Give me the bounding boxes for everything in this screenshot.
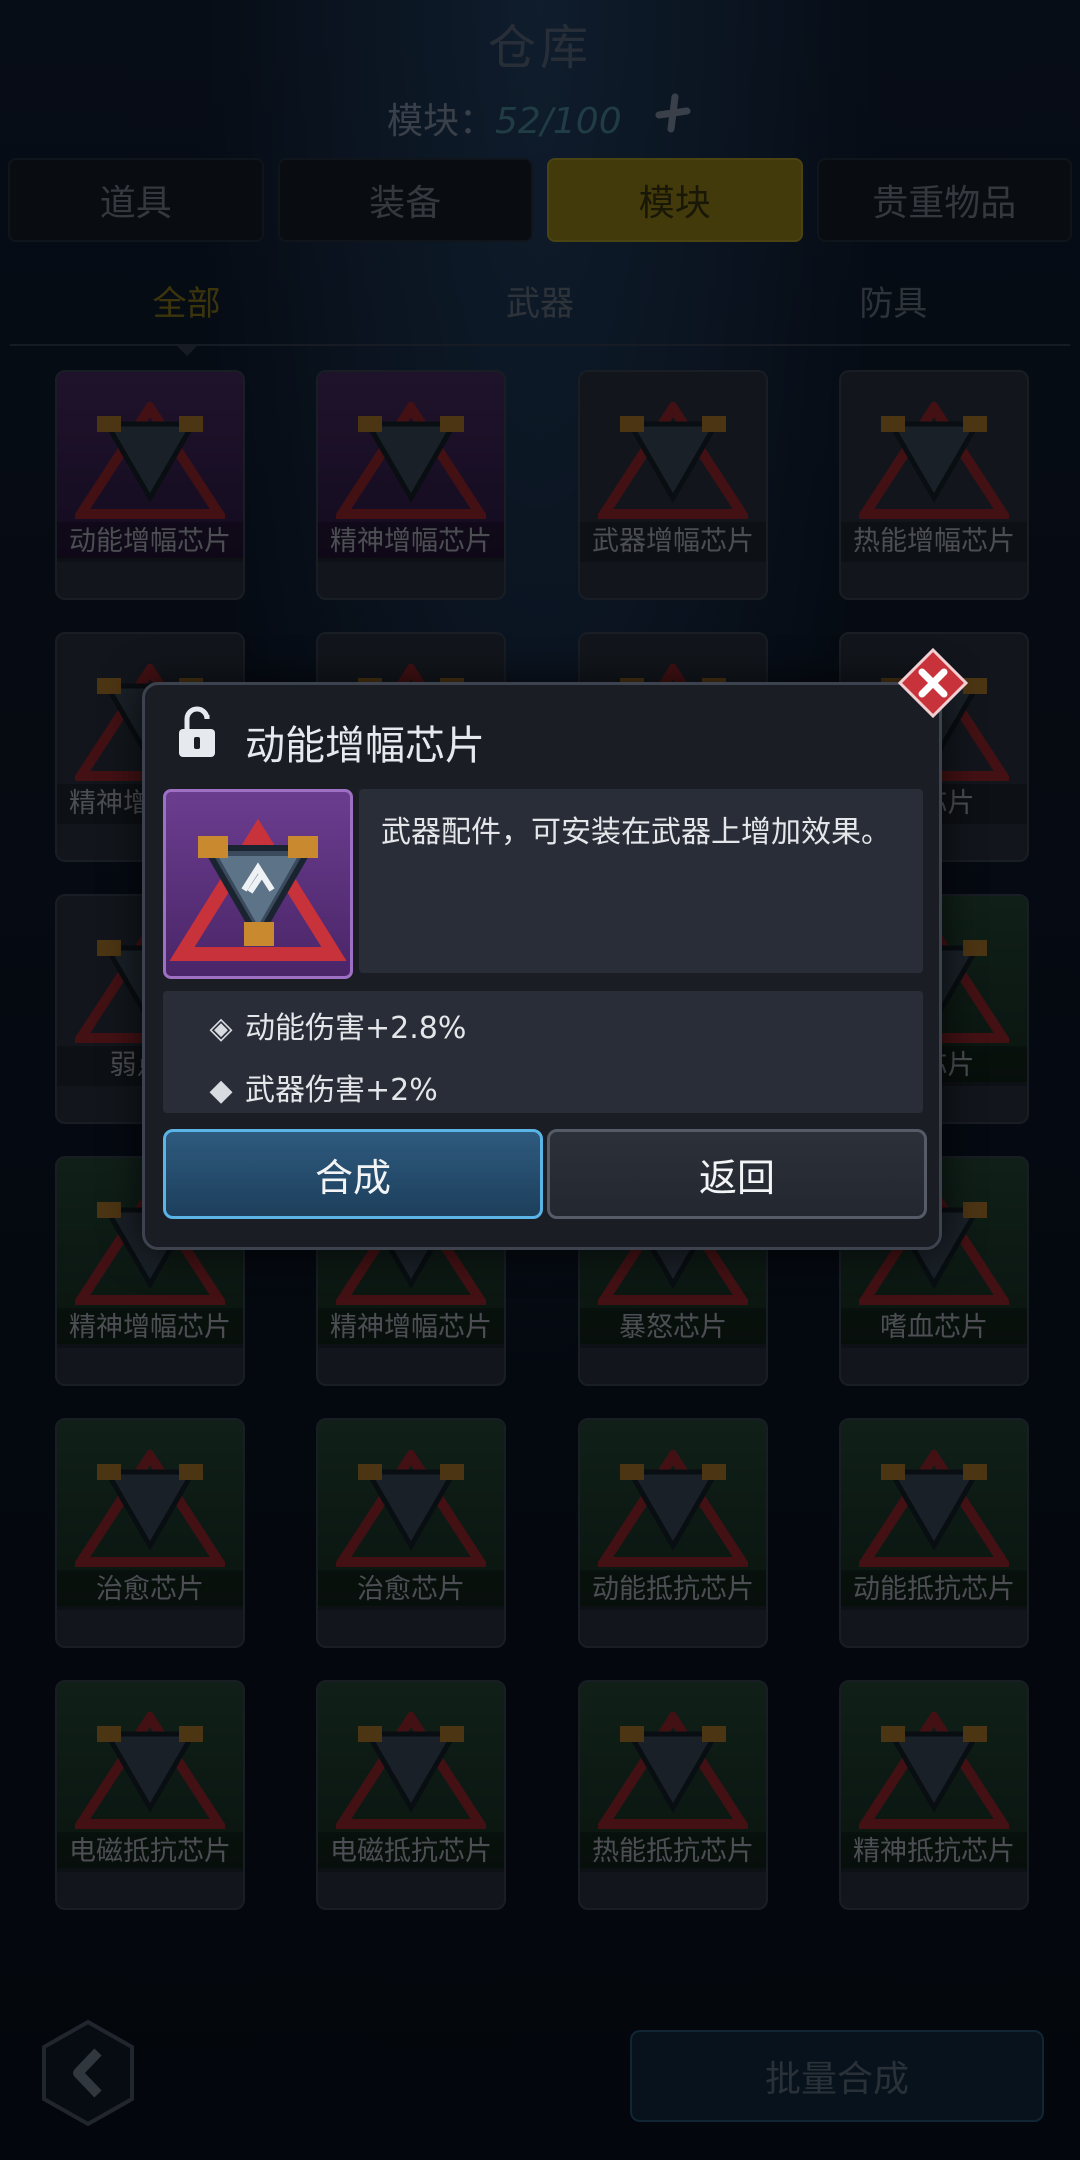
close-icon[interactable] (897, 647, 969, 719)
diamond-icon: ◆ (209, 1073, 233, 1108)
stat-kinetic: 动能伤害+2.8% (245, 1011, 467, 1046)
compose-button[interactable]: 合成 (163, 1129, 543, 1219)
description-text: 武器配件，可安装在武器上增加效果。 (381, 815, 891, 850)
chip-icon (163, 789, 353, 979)
item-detail-dialog: 动能增幅芯片 武器配件，可安装在武器上增加效果。 ◈ 动能伤害+2.8% ◆ 武器伤… (142, 682, 942, 1250)
stat-row: ◆ 武器伤害+2% (207, 1065, 438, 1109)
dialog-title: 动能增幅芯片 (245, 723, 485, 769)
lock-icon[interactable] (177, 705, 217, 759)
stat-weapon: 武器伤害+2% (245, 1073, 438, 1108)
return-button[interactable]: 返回 (547, 1129, 927, 1219)
stat-row: ◈ 动能伤害+2.8% (207, 1003, 466, 1047)
description-box: 武器配件，可安装在武器上增加效果。 (359, 789, 923, 973)
stats-box: ◈ 动能伤害+2.8% ◆ 武器伤害+2% (163, 991, 923, 1113)
kinetic-stat-icon: ◈ (209, 1011, 233, 1046)
